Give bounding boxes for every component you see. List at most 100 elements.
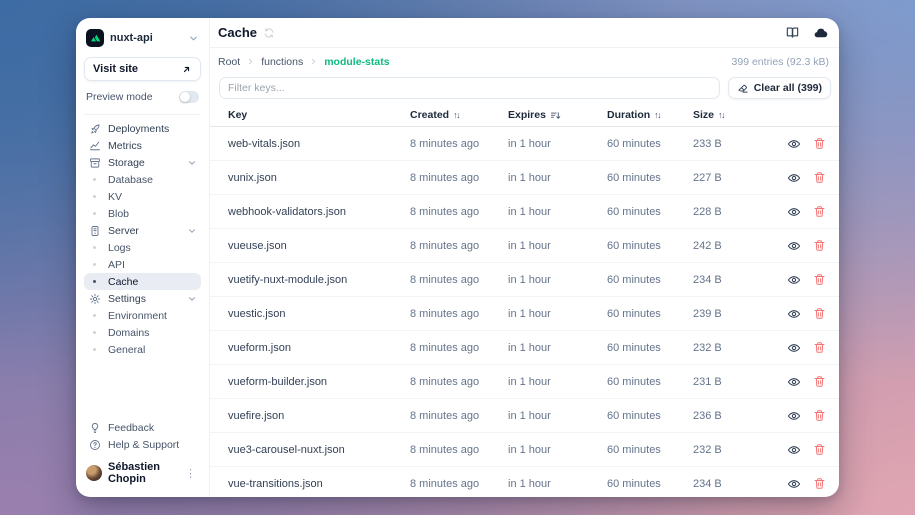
created-value: 8 minutes ago <box>410 274 508 286</box>
duration-value: 60 minutes <box>607 342 693 354</box>
duration-value: 60 minutes <box>607 206 693 218</box>
expires-value: in 1 hour <box>508 444 607 456</box>
preview-mode-toggle[interactable] <box>179 91 199 103</box>
rocket-icon <box>88 123 101 135</box>
duration-value: 60 minutes <box>607 410 693 422</box>
clear-all-button[interactable]: Clear all (399) <box>728 77 831 99</box>
row-actions <box>787 477 829 491</box>
view-entry-icon[interactable] <box>787 443 801 457</box>
delete-entry-icon[interactable] <box>813 409 826 422</box>
sidebar-item-label: Server <box>108 225 139 237</box>
sidebar-item-blob[interactable]: Blob <box>84 205 201 222</box>
breadcrumb-root[interactable]: Root <box>218 56 240 68</box>
sidebar-item-label: Environment <box>108 310 167 322</box>
sidebar-item-label: Cache <box>108 276 138 288</box>
archive-box-icon <box>88 157 101 169</box>
gear-icon <box>88 293 101 305</box>
sidebar-item-kv[interactable]: KV <box>84 188 201 205</box>
sidebar: nuxt-api Visit site Preview mode Deploym… <box>76 18 210 497</box>
cloud-icon[interactable] <box>813 25 829 41</box>
column-header-created[interactable]: Created ↑↓ <box>410 109 508 121</box>
size-value: 227 B <box>693 172 787 184</box>
sidebar-item-help-support[interactable]: Help & Support <box>84 436 201 453</box>
sidebar-item-cache[interactable]: Cache <box>84 273 201 290</box>
dots-vertical-icon[interactable]: ⋮ <box>182 467 199 480</box>
view-entry-icon[interactable] <box>787 409 801 423</box>
sidebar-item-label: KV <box>108 191 122 203</box>
table-header: Key Created ↑↓ Expires Duration ↑↓ <box>210 104 839 127</box>
view-entry-icon[interactable] <box>787 137 801 151</box>
sidebar-item-api[interactable]: API <box>84 256 201 273</box>
chevron-down-icon <box>187 158 197 168</box>
cache-key: vueform-builder.json <box>228 376 410 388</box>
project-selector[interactable]: nuxt-api <box>84 27 201 49</box>
created-value: 8 minutes ago <box>410 240 508 252</box>
delete-entry-icon[interactable] <box>813 341 826 354</box>
size-value: 233 B <box>693 138 787 150</box>
delete-entry-icon[interactable] <box>813 273 826 286</box>
sidebar-item-storage[interactable]: Storage <box>84 154 201 171</box>
sidebar-item-deployments[interactable]: Deployments <box>84 120 201 137</box>
table-row: vue-transitions.json 8 minutes ago in 1 … <box>210 467 839 497</box>
column-header-duration[interactable]: Duration ↑↓ <box>607 109 693 121</box>
delete-entry-icon[interactable] <box>813 171 826 184</box>
expires-value: in 1 hour <box>508 410 607 422</box>
view-entry-icon[interactable] <box>787 205 801 219</box>
row-actions <box>787 205 829 219</box>
delete-entry-icon[interactable] <box>813 477 826 490</box>
row-actions <box>787 341 829 355</box>
row-actions <box>787 273 829 287</box>
cache-key: vue-transitions.json <box>228 478 410 490</box>
entries-summary: 399 entries (92.3 kB) <box>732 56 829 68</box>
delete-entry-icon[interactable] <box>813 375 826 388</box>
view-entry-icon[interactable] <box>787 375 801 389</box>
sidebar-item-label: API <box>108 259 125 271</box>
size-value: 239 B <box>693 308 787 320</box>
user-menu[interactable]: Sébastien Chopin ⋮ <box>84 459 201 487</box>
refresh-icon[interactable] <box>263 27 275 39</box>
view-entry-icon[interactable] <box>787 273 801 287</box>
delete-entry-icon[interactable] <box>813 239 826 252</box>
bullet-icon <box>88 178 101 181</box>
sidebar-item-label: Database <box>108 174 153 186</box>
sidebar-item-server[interactable]: Server <box>84 222 201 239</box>
table-row: vueform-builder.json 8 minutes ago in 1 … <box>210 365 839 399</box>
table-body: web-vitals.json 8 minutes ago in 1 hour … <box>210 127 839 497</box>
view-entry-icon[interactable] <box>787 239 801 253</box>
chart-line-icon <box>88 140 101 152</box>
sidebar-item-metrics[interactable]: Metrics <box>84 137 201 154</box>
delete-entry-icon[interactable] <box>813 137 826 150</box>
table-row: vueform.json 8 minutes ago in 1 hour 60 … <box>210 331 839 365</box>
sidebar-item-environment[interactable]: Environment <box>84 307 201 324</box>
server-icon <box>88 225 101 237</box>
view-entry-icon[interactable] <box>787 171 801 185</box>
chevron-right-icon <box>309 57 318 66</box>
size-value: 234 B <box>693 478 787 490</box>
filter-keys-input[interactable] <box>219 77 720 99</box>
view-entry-icon[interactable] <box>787 477 801 491</box>
sidebar-item-logs[interactable]: Logs <box>84 239 201 256</box>
column-header-expires[interactable]: Expires <box>508 109 607 121</box>
visit-site-button[interactable]: Visit site <box>84 57 201 81</box>
breadcrumb-functions[interactable]: functions <box>261 56 303 68</box>
column-header-size[interactable]: Size ↑↓ <box>693 109 787 121</box>
sidebar-item-database[interactable]: Database <box>84 171 201 188</box>
docs-book-icon[interactable] <box>785 25 800 40</box>
delete-entry-icon[interactable] <box>813 205 826 218</box>
sidebar-item-settings[interactable]: Settings <box>84 290 201 307</box>
delete-entry-icon[interactable] <box>813 443 826 456</box>
view-entry-icon[interactable] <box>787 307 801 321</box>
duration-value: 60 minutes <box>607 274 693 286</box>
table-row: vuefire.json 8 minutes ago in 1 hour 60 … <box>210 399 839 433</box>
cache-key: vue3-carousel-nuxt.json <box>228 444 410 456</box>
chevron-down-icon <box>187 226 197 236</box>
expires-value: in 1 hour <box>508 138 607 150</box>
sidebar-item-feedback[interactable]: Feedback <box>84 419 201 436</box>
delete-entry-icon[interactable] <box>813 307 826 320</box>
row-actions <box>787 409 829 423</box>
view-entry-icon[interactable] <box>787 341 801 355</box>
sidebar-item-domains[interactable]: Domains <box>84 324 201 341</box>
sidebar-item-general[interactable]: General <box>84 341 201 358</box>
row-actions <box>787 171 829 185</box>
expires-value: in 1 hour <box>508 308 607 320</box>
